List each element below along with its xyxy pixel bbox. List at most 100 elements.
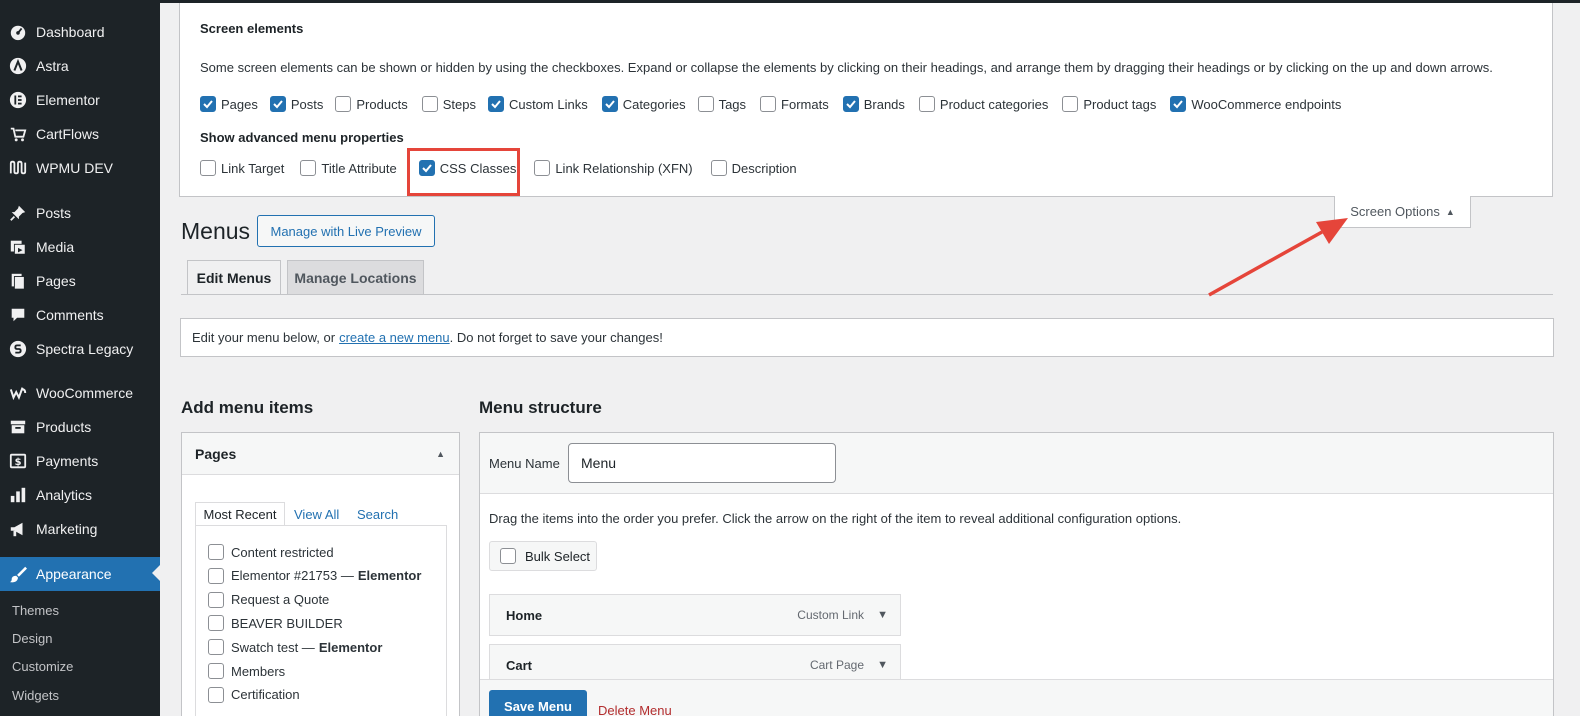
checkbox[interactable]	[208, 591, 224, 608]
screen-element-option[interactable]: Categories	[601, 96, 686, 112]
checkbox[interactable]	[760, 96, 777, 112]
sidebar-item-posts[interactable]: Posts	[0, 198, 160, 228]
submenu-customize[interactable]: Customize	[12, 659, 73, 674]
checkbox[interactable]	[269, 96, 286, 112]
sidebar-item-spectra[interactable]: Spectra Legacy	[0, 334, 160, 364]
screen-element-option[interactable]: Formats	[760, 96, 829, 112]
checkbox[interactable]	[208, 663, 224, 679]
option-label: Description	[731, 160, 797, 176]
page-list-item[interactable]: Request a Quote	[208, 591, 330, 608]
page-list-item[interactable]: Content restricted	[208, 544, 334, 560]
expand-arrow-icon[interactable]: ▼	[877, 609, 888, 621]
sidebar-item-label: Marketing	[36, 521, 98, 537]
checkbox[interactable]	[208, 615, 224, 632]
submenu-design[interactable]: Design	[12, 631, 52, 646]
advanced-property-option[interactable]: Description	[710, 160, 797, 176]
tab-view-all[interactable]: View All	[294, 502, 339, 526]
checkbox[interactable]	[208, 544, 224, 560]
bulk-select-checkbox[interactable]	[500, 548, 516, 564]
screen-element-option[interactable]: Brands	[842, 96, 905, 112]
sidebar-item-appearance[interactable]: Appearance	[0, 557, 160, 591]
page-list-item[interactable]: Elementor #21753 — Elementor	[208, 567, 422, 584]
page-title: Request a Quote	[231, 592, 330, 608]
sidebar-item-marketing[interactable]: Marketing	[0, 514, 160, 544]
sidebar-item-label: Appearance	[36, 566, 112, 582]
checkbox[interactable]	[842, 96, 859, 112]
tab-edit-menus[interactable]: Edit Menus	[187, 260, 281, 295]
sidebar-item-astra[interactable]: Astra	[0, 51, 160, 81]
page-list-item[interactable]: BEAVER BUILDER	[208, 615, 343, 632]
option-label: Tags	[718, 96, 747, 112]
sidebar-item-elementor[interactable]: Elementor	[0, 85, 160, 115]
checkbox[interactable]	[421, 96, 438, 112]
option-label: Brands	[863, 96, 905, 112]
sidebar-item-cartflows[interactable]: CartFlows	[0, 119, 160, 149]
menu-name-input[interactable]	[568, 443, 836, 483]
screen-element-option[interactable]: Pages	[200, 96, 258, 112]
tab-search[interactable]: Search	[357, 502, 398, 526]
checkbox[interactable]	[534, 160, 551, 176]
sidebar-item-payments[interactable]: $ Payments	[0, 446, 160, 476]
checkbox[interactable]	[200, 160, 216, 176]
screen-element-option[interactable]: Custom Links	[487, 96, 588, 112]
screen-element-option[interactable]: Tags	[697, 96, 747, 112]
delete-menu-link[interactable]: Delete Menu	[598, 703, 672, 716]
checkbox[interactable]	[1170, 96, 1187, 112]
screen-element-option[interactable]: Products	[335, 96, 408, 112]
checkbox[interactable]	[300, 160, 317, 176]
page-list-item[interactable]: Swatch test — Elementor	[208, 639, 382, 656]
media-icon	[8, 237, 28, 257]
checkbox[interactable]	[335, 96, 352, 112]
screen-element-option[interactable]: Product tags	[1062, 96, 1156, 112]
checkbox[interactable]	[208, 567, 224, 584]
create-new-menu-link[interactable]: create a new menu	[339, 330, 450, 345]
checkbox[interactable]	[208, 639, 224, 656]
advanced-property-option[interactable]: Title Attribute	[300, 160, 397, 176]
pages-accordion: Pages ▲ Most Recent View All Search Cont…	[181, 432, 460, 716]
screen-element-option[interactable]: Product categories	[918, 96, 1048, 112]
sidebar-item-media[interactable]: Media	[0, 232, 160, 262]
submenu-widgets[interactable]: Widgets	[12, 688, 59, 703]
pages-accordion-header[interactable]: Pages ▲	[182, 433, 459, 475]
bulk-select-button[interactable]: Bulk Select	[489, 541, 597, 571]
page-list-item[interactable]: Certification	[208, 686, 300, 703]
sidebar-item-woocommerce[interactable]: WooCommerce	[0, 378, 160, 408]
advanced-property-option[interactable]: Link Relationship (XFN)	[534, 160, 693, 176]
sidebar-item-analytics[interactable]: Analytics	[0, 480, 160, 510]
tab-most-recent[interactable]: Most Recent	[195, 502, 285, 526]
sidebar-item-products[interactable]: Products	[0, 412, 160, 442]
sidebar-item-label: CartFlows	[36, 126, 100, 142]
checkbox[interactable]	[208, 686, 224, 703]
checkbox[interactable]	[200, 96, 216, 112]
screen-element-option[interactable]: Posts	[269, 96, 323, 112]
woocommerce-icon	[8, 383, 28, 403]
sidebar-item-label: Comments	[36, 307, 104, 323]
wpmudev-icon	[8, 158, 28, 178]
checkbox[interactable]	[697, 96, 714, 112]
manage-live-preview-button[interactable]: Manage with Live Preview	[257, 215, 435, 247]
screen-element-option[interactable]: WooCommerce endpoints	[1170, 96, 1341, 112]
advanced-property-option[interactable]: Link Target	[200, 160, 284, 176]
checkbox[interactable]	[1062, 96, 1079, 112]
sidebar-item-comments[interactable]: Comments	[0, 300, 160, 330]
checkbox[interactable]	[601, 96, 618, 112]
checkbox[interactable]	[918, 96, 935, 112]
save-menu-button[interactable]: Save Menu	[489, 690, 587, 716]
option-label: Steps	[442, 96, 476, 112]
page-title: Swatch test —	[231, 639, 315, 655]
expand-arrow-icon[interactable]: ▼	[877, 659, 888, 671]
menu-structure-heading: Menu structure	[479, 398, 602, 417]
screen-element-option[interactable]: Steps	[421, 96, 476, 112]
tab-manage-locations[interactable]: Manage Locations	[287, 260, 424, 295]
screen-options-toggle[interactable]: Screen Options ▲	[1334, 196, 1471, 228]
sidebar-item-dashboard[interactable]: Dashboard	[0, 17, 160, 47]
page-title: Content restricted	[231, 544, 334, 560]
submenu-themes[interactable]: Themes	[12, 603, 59, 618]
sidebar-item-wpmudev[interactable]: WPMU DEV	[0, 153, 160, 183]
checkbox[interactable]	[487, 96, 504, 112]
sidebar-item-pages[interactable]: Pages	[0, 266, 160, 296]
menu-item-home[interactable]: Home Custom Link ▼	[489, 594, 901, 636]
checkbox[interactable]	[710, 160, 727, 176]
page-builder-label: Elementor	[357, 568, 422, 584]
page-list-item[interactable]: Members	[208, 663, 285, 679]
